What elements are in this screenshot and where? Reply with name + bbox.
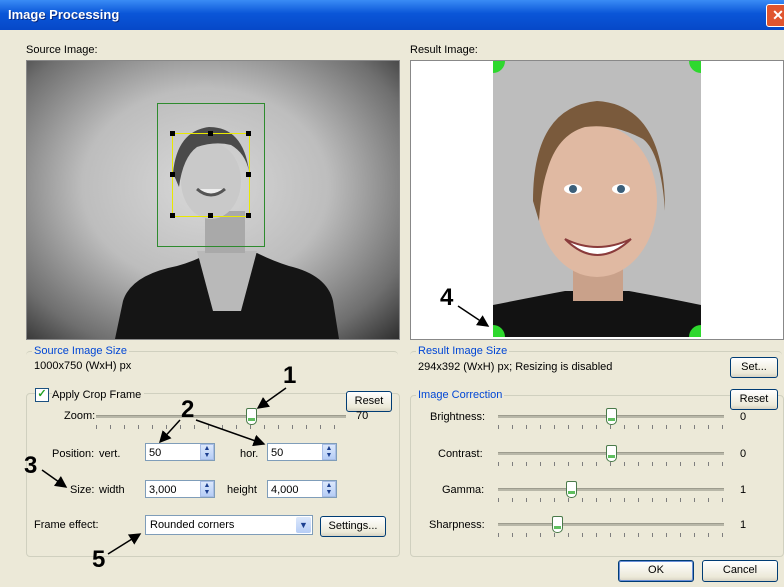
sharpness-slider-track[interactable] — [498, 523, 724, 526]
frame-effect-value: Rounded corners — [150, 519, 235, 531]
gamma-slider-ticks — [498, 498, 724, 502]
hor-spinner[interactable]: ▲ ▼ — [322, 444, 336, 460]
source-size-value: 1000x750 (WxH) px — [34, 360, 132, 372]
crop-handle[interactable] — [246, 213, 251, 218]
width-label: width — [99, 484, 125, 496]
position-label: Position: — [52, 448, 95, 460]
chevron-down-icon[interactable]: ▼ — [296, 517, 311, 533]
crop-reset-button[interactable]: Reset — [346, 391, 392, 412]
gamma-slider-track[interactable] — [498, 488, 724, 491]
crop-frame-inner[interactable] — [172, 133, 250, 217]
title-bar[interactable]: Image Processing ✕ — [0, 0, 784, 30]
hor-label: hor. — [240, 448, 259, 460]
annotation-1: 1 — [283, 362, 297, 389]
brightness-slider-thumb[interactable] — [606, 408, 617, 425]
frame-effect-label: Frame effect: — [34, 519, 99, 531]
close-button[interactable]: ✕ — [766, 4, 784, 27]
contrast-label: Contrast: — [438, 448, 483, 460]
annotation-3: 3 — [24, 452, 38, 479]
annotation-5: 5 — [92, 546, 106, 573]
image-processing-dialog: Image Processing ✕ Source Image: Result … — [0, 0, 784, 587]
apply-crop-checkbox[interactable]: ✓ — [35, 388, 49, 402]
contrast-slider-ticks — [498, 462, 724, 466]
source-image-label: Source Image: — [26, 44, 98, 56]
vert-label: vert. — [99, 448, 121, 460]
frame-effect-select[interactable]: Rounded corners ▼ — [145, 515, 313, 535]
gamma-value: 1 — [740, 484, 747, 496]
result-photo — [493, 61, 701, 337]
brightness-label: Brightness: — [430, 411, 486, 423]
crop-handle[interactable] — [246, 172, 251, 177]
brightness-value: 0 — [740, 411, 747, 423]
sharpness-slider-ticks — [498, 533, 724, 537]
crop-handle[interactable] — [208, 131, 213, 136]
result-image — [410, 60, 784, 340]
vert-spinner[interactable]: ▲ ▼ — [200, 444, 214, 460]
sharpness-slider-thumb[interactable] — [552, 516, 563, 533]
sharpness-label: Sharpness: — [429, 519, 485, 531]
contrast-value: 0 — [740, 448, 747, 460]
result-size-value: 294x392 (WxH) px; Resizing is disabled — [418, 361, 613, 373]
settings-button[interactable]: Settings... — [320, 516, 386, 537]
annotation-2: 2 — [181, 396, 195, 423]
height-spinner[interactable]: ▲ ▼ — [322, 481, 336, 497]
source-image[interactable] — [26, 60, 400, 340]
crop-handle[interactable] — [170, 172, 175, 177]
result-size-title: Result Image Size — [416, 345, 510, 357]
image-correction-title: Image Correction — [416, 389, 505, 401]
brightness-slider-ticks — [498, 425, 724, 429]
window-title: Image Processing — [8, 7, 120, 22]
zoom-value: 70 — [356, 410, 369, 422]
zoom-slider-track[interactable] — [96, 415, 346, 418]
size-label: Size: — [70, 484, 95, 496]
crop-handle[interactable] — [170, 213, 175, 218]
cancel-button[interactable]: Cancel — [702, 560, 778, 582]
result-image-label: Result Image: — [410, 44, 478, 56]
crop-handle[interactable] — [208, 213, 213, 218]
ok-button[interactable]: OK — [618, 560, 694, 582]
sharpness-value: 1 — [740, 519, 747, 531]
source-size-title: Source Image Size — [32, 345, 129, 357]
correction-reset-button[interactable]: Reset — [730, 389, 778, 410]
height-label: height — [227, 484, 257, 496]
apply-crop-label: Apply Crop Frame — [52, 389, 145, 401]
set-button[interactable]: Set... — [730, 357, 778, 378]
annotation-4: 4 — [440, 284, 454, 311]
zoom-slider-thumb[interactable] — [246, 408, 257, 425]
zoom-label: Zoom: — [64, 410, 96, 422]
result-photo-drawing — [493, 101, 701, 337]
gamma-slider-thumb[interactable] — [566, 481, 577, 498]
width-spinner[interactable]: ▲ ▼ — [200, 481, 214, 497]
crop-handle[interactable] — [170, 131, 175, 136]
zoom-slider-ticks — [96, 425, 346, 429]
contrast-slider-thumb[interactable] — [606, 445, 617, 462]
crop-handle[interactable] — [246, 131, 251, 136]
gamma-label: Gamma: — [442, 484, 485, 496]
